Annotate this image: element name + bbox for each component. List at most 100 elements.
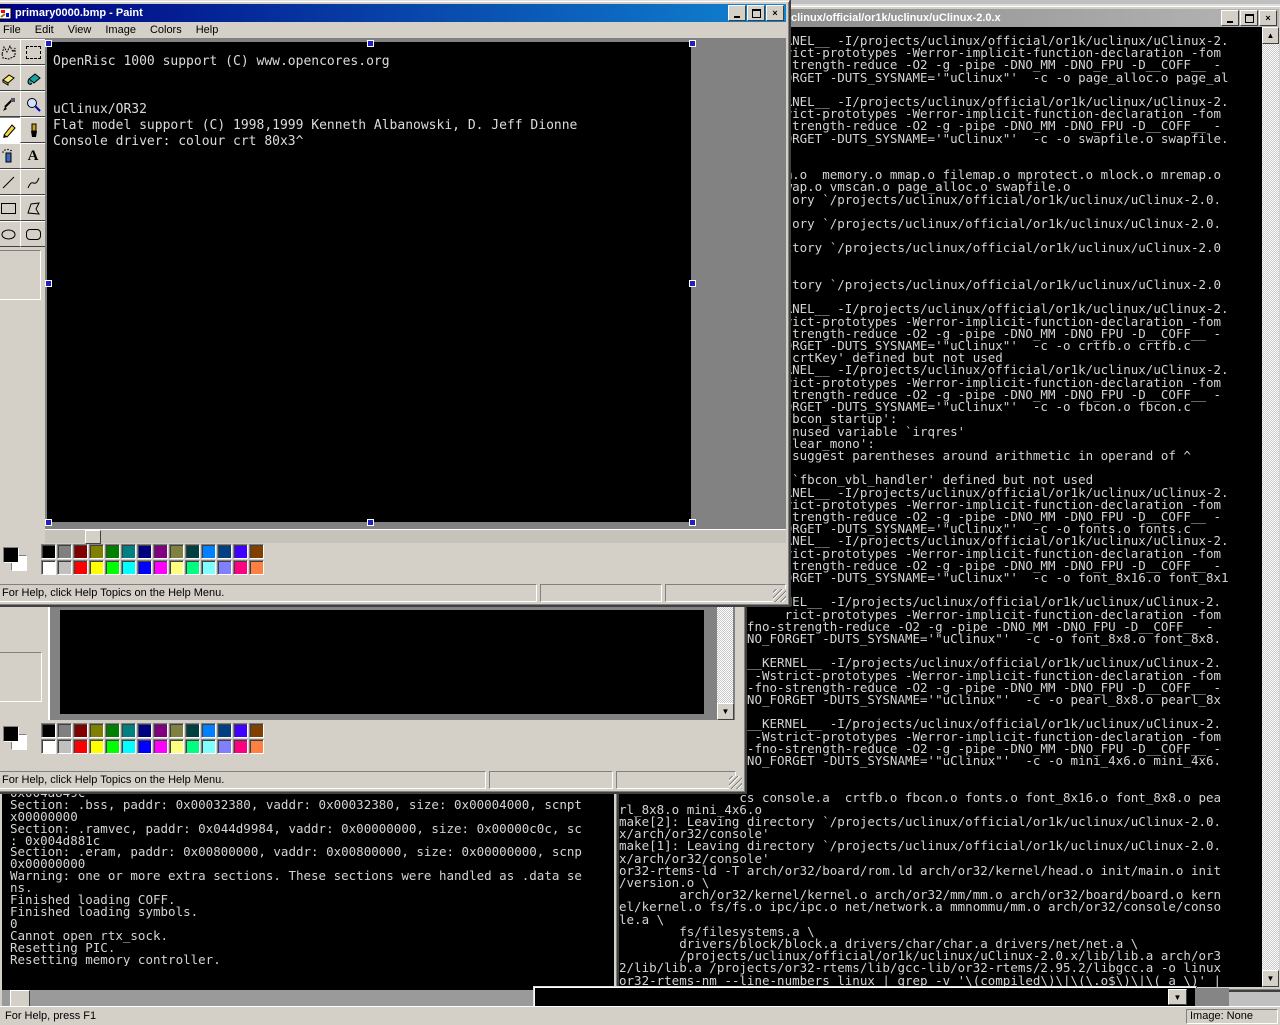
resize-grip[interactable]: [729, 776, 742, 789]
menu-item-file[interactable]: File: [0, 23, 28, 37]
palette-swatch[interactable]: [137, 560, 152, 575]
palette-swatch[interactable]: [57, 544, 72, 559]
selection-handle[interactable]: [689, 40, 696, 47]
menu-item-image[interactable]: Image: [98, 23, 143, 37]
palette-swatch[interactable]: [169, 723, 184, 738]
menu-item-help[interactable]: Help: [189, 23, 226, 37]
terminal-scrollbar[interactable]: ▲ ▼: [1262, 27, 1279, 987]
minimize-button[interactable]: [1221, 10, 1239, 26]
rectangle-tool-button[interactable]: [0, 195, 21, 221]
palette-swatch[interactable]: [233, 739, 248, 754]
palette-swatch[interactable]: [121, 739, 136, 754]
palette-swatch[interactable]: [185, 560, 200, 575]
palette-swatch[interactable]: [217, 560, 232, 575]
palette-swatch[interactable]: [73, 739, 88, 754]
palette-swatch[interactable]: [233, 544, 248, 559]
text-tool-button[interactable]: A: [20, 143, 46, 169]
palette-swatch[interactable]: [89, 544, 104, 559]
palette-swatch[interactable]: [169, 544, 184, 559]
palette-swatch[interactable]: [105, 723, 120, 738]
palette-swatch[interactable]: [153, 723, 168, 738]
palette-swatch[interactable]: [137, 544, 152, 559]
palette-swatch[interactable]: [185, 544, 200, 559]
close-button[interactable]: ×: [1259, 10, 1277, 26]
rounded-rectangle-tool-button[interactable]: [20, 221, 46, 247]
scroll-down-button[interactable]: ▼: [1262, 970, 1279, 987]
polygon-tool-button[interactable]: [20, 195, 46, 221]
menu-item-colors[interactable]: Colors: [143, 23, 189, 37]
palette-swatch[interactable]: [217, 739, 232, 754]
brush-tool-button[interactable]: [20, 117, 46, 143]
palette-swatch[interactable]: [153, 544, 168, 559]
minimize-button[interactable]: [728, 5, 746, 21]
scroll-down-button[interactable]: ▼: [1168, 989, 1187, 1005]
scroll-thumb[interactable]: [85, 530, 101, 544]
selection-handle[interactable]: [45, 280, 52, 287]
paint-canvas[interactable]: OpenRisc 1000 support (C) www.opencores.…: [47, 42, 691, 522]
palette-swatch[interactable]: [57, 739, 72, 754]
palette-swatch[interactable]: [153, 739, 168, 754]
palette-swatch[interactable]: [169, 739, 184, 754]
paint-color-selector[interactable]: [1, 545, 31, 575]
palette-swatch[interactable]: [41, 723, 56, 738]
maximize-button[interactable]: [1240, 10, 1258, 26]
palette-swatch[interactable]: [105, 739, 120, 754]
palette-swatch[interactable]: [121, 544, 136, 559]
palette-swatch[interactable]: [41, 544, 56, 559]
palette-swatch[interactable]: [233, 560, 248, 575]
close-button[interactable]: ×: [766, 5, 784, 21]
palette-swatch[interactable]: [121, 560, 136, 575]
fill-tool-button[interactable]: [20, 65, 46, 91]
palette-swatch[interactable]: [217, 544, 232, 559]
palette-swatch[interactable]: [57, 560, 72, 575]
menu-item-edit[interactable]: Edit: [28, 23, 61, 37]
eraser-tool-button[interactable]: [0, 65, 21, 91]
line-tool-button[interactable]: [0, 169, 21, 195]
selection-handle[interactable]: [367, 40, 374, 47]
palette-swatch[interactable]: [73, 560, 88, 575]
color-picker-tool-button[interactable]: [0, 91, 21, 117]
palette-swatch[interactable]: [137, 723, 152, 738]
menu-item-view[interactable]: View: [61, 23, 99, 37]
freeform-select-tool-button[interactable]: [0, 39, 21, 65]
palette-swatch[interactable]: [89, 723, 104, 738]
paint-window-1[interactable]: primary0000.bmp - Paint × FileEditViewIm…: [0, 0, 791, 607]
paint-title-bar[interactable]: primary0000.bmp - Paint: [0, 4, 786, 22]
palette-swatch[interactable]: [201, 739, 216, 754]
select-tool-button[interactable]: [20, 39, 46, 65]
curve-tool-button[interactable]: [20, 169, 46, 195]
paint-window-2[interactable]: ▼ For Help, click Help Topics on the Hel…: [0, 600, 747, 794]
palette-swatch[interactable]: [201, 560, 216, 575]
maximize-button[interactable]: [747, 5, 765, 21]
selection-handle[interactable]: [45, 519, 52, 526]
palette-swatch[interactable]: [73, 544, 88, 559]
magnifier-tool-button[interactable]: [20, 91, 46, 117]
palette-swatch[interactable]: [201, 723, 216, 738]
canvas-horizontal-scrollbar[interactable]: [45, 529, 786, 543]
palette-swatch[interactable]: [201, 544, 216, 559]
palette-swatch[interactable]: [41, 560, 56, 575]
scroll-down-button[interactable]: ▼: [717, 703, 734, 720]
palette-swatch[interactable]: [169, 560, 184, 575]
palette-swatch[interactable]: [137, 739, 152, 754]
selection-handle[interactable]: [367, 519, 374, 526]
sim-horizontal-scrollbar[interactable]: [2, 990, 614, 1007]
palette-swatch[interactable]: [249, 723, 264, 738]
palette-swatch[interactable]: [89, 560, 104, 575]
terminal-window-binutils[interactable]: [markom@odin /projects/binutils/simons/o…: [533, 986, 1197, 1008]
palette-swatch[interactable]: [153, 560, 168, 575]
selection-handle[interactable]: [45, 40, 52, 47]
resize-grip[interactable]: [773, 589, 786, 602]
scroll-up-button[interactable]: ▲: [1262, 27, 1279, 44]
palette-swatch[interactable]: [185, 739, 200, 754]
pencil-tool-button[interactable]: [0, 117, 21, 143]
paint2-vertical-scrollbar[interactable]: ▼: [717, 607, 733, 720]
palette-swatch[interactable]: [105, 544, 120, 559]
paint2-canvas[interactable]: [60, 610, 704, 714]
palette-swatch[interactable]: [57, 723, 72, 738]
palette-swatch[interactable]: [249, 739, 264, 754]
palette-swatch[interactable]: [41, 739, 56, 754]
airbrush-tool-button[interactable]: [0, 143, 21, 169]
ellipse-tool-button[interactable]: [0, 221, 21, 247]
palette-swatch[interactable]: [105, 560, 120, 575]
